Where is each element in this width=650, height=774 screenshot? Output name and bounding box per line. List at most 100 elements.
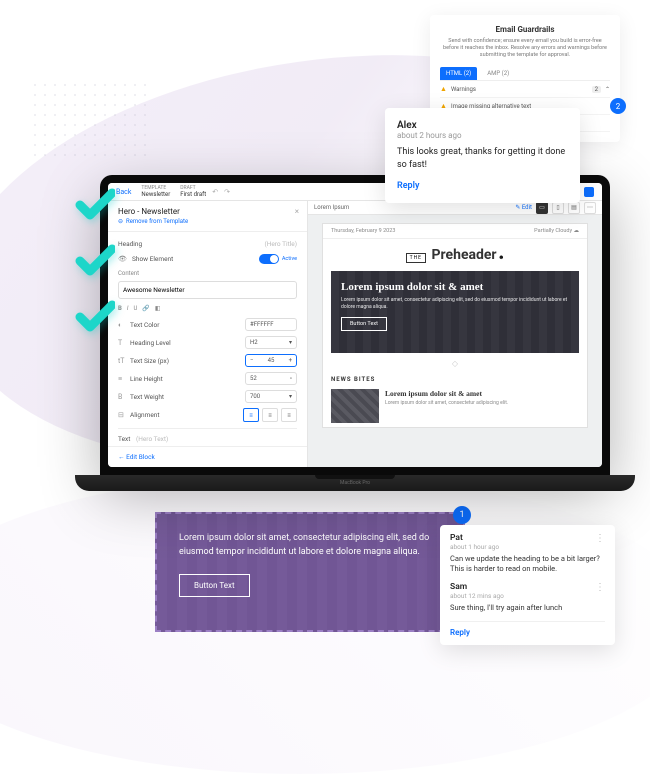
text-size-label: Text Size (px) (130, 357, 245, 365)
bold-icon[interactable]: B (118, 305, 122, 312)
weight-icon: B (118, 393, 130, 401)
comment-count-badge[interactable]: 1 (453, 506, 471, 524)
check-icon (75, 297, 115, 337)
checkmarks (75, 185, 115, 353)
italic-icon[interactable]: I (127, 305, 129, 312)
highlight-icon[interactable]: ◧ (155, 305, 161, 312)
warnings-header[interactable]: ▲ Warnings 2 ⌃ (440, 81, 610, 98)
comment-author: Pat (450, 533, 605, 543)
content-label: Content (118, 270, 297, 277)
comment: ⋮ Sam about 12 mins ago Sure thing, I'll… (450, 582, 605, 613)
show-element-toggle[interactable] (259, 254, 279, 264)
article-row[interactable]: Lorem ipsum dolor sit & amet Lorem ipsum… (323, 385, 587, 427)
laptop-brand: MacBook Pro (340, 480, 370, 486)
article-body: Lorem ipsum dolor sit amet, consectetur … (385, 400, 508, 406)
close-icon[interactable]: × (295, 207, 299, 216)
preview-name: Lorem Ipsum (314, 204, 349, 211)
redo-icon[interactable]: ↷ (224, 188, 230, 196)
align-center-button[interactable]: ≡ (262, 408, 278, 422)
comment-author: Alex (397, 120, 568, 131)
edit-button[interactable]: ✎ Edit (515, 204, 532, 211)
heading-level-label: Heading Level (130, 339, 245, 347)
remove-from-template[interactable]: ⊖Remove from Template (118, 218, 297, 225)
divider-icon: ◇ (323, 353, 587, 374)
text-size-icon: tT (118, 357, 130, 365)
guardrails-tabs: HTML (2) AMP (2) (440, 67, 610, 81)
laptop-mockup: Back TEMPLATE Newsletter DRAFT First dra… (100, 175, 610, 505)
align-icon: ⊟ (118, 411, 130, 419)
tab-amp[interactable]: AMP (2) (481, 67, 515, 80)
breadcrumb-draft[interactable]: DRAFT First draft (180, 185, 206, 198)
hero-button[interactable]: Button Text (341, 317, 387, 331)
show-element-label: Show Element (132, 255, 259, 263)
reply-button[interactable]: Reply (397, 181, 568, 191)
content-input[interactable]: Awesome Newsletter (118, 281, 297, 299)
chevron-down-icon: ▾ (289, 393, 292, 400)
active-label: Active (282, 256, 297, 262)
back-button[interactable]: Back (116, 188, 131, 196)
droplet-icon: ◐ (118, 321, 130, 329)
editor-panel: Hero - Newsletter ⊖Remove from Template … (108, 201, 308, 467)
selected-block[interactable]: Lorem ipsum dolor sit amet, consectetur … (155, 512, 465, 632)
warnings-label: Warnings (451, 86, 476, 93)
text-color-input[interactable]: #FFFFFF (245, 318, 297, 331)
comment-author: Sam (450, 582, 605, 592)
warnings-count: 2 (592, 86, 601, 93)
minus-icon: ⊖ (118, 218, 123, 225)
comment-time: about 1 hour ago (450, 543, 605, 551)
hero-title: Lorem ipsum dolor sit & amet (341, 281, 569, 293)
text-section-label: Text (118, 435, 130, 443)
mascot-icon: ☻ (498, 254, 504, 261)
preheader-text: Preheader (432, 247, 497, 263)
guardrails-desc: Send with confidence; ensure every email… (440, 38, 610, 59)
chevron-up-icon: ⌃ (605, 86, 610, 93)
menu-button[interactable] (584, 187, 594, 197)
newsletter-preview: Thursday, February 9 2023 Partially Clou… (322, 223, 588, 428)
line-height-input[interactable]: 52▫ (245, 372, 297, 385)
hero-block[interactable]: Lorem ipsum dolor sit & amet Lorem ipsum… (331, 271, 579, 353)
crumb-value: First draft (180, 191, 206, 198)
guardrails-title: Email Guardrails (440, 25, 610, 34)
undo-icon[interactable]: ↶ (212, 188, 218, 196)
more-icon[interactable]: ⋮ (595, 533, 605, 544)
alignment-label: Alignment (130, 411, 243, 419)
line-height-icon: ≡ (118, 375, 130, 383)
edit-block-button[interactable]: ← Edit Block (108, 446, 307, 467)
breadcrumb-template[interactable]: TEMPLATE Newsletter (141, 185, 170, 198)
eye-icon: 👁 (118, 255, 128, 263)
comment-body: Can we update the heading to be a bit la… (450, 554, 605, 574)
section-title: NEWS BITES (323, 374, 587, 385)
more-icon[interactable]: ⋮ (595, 582, 605, 593)
preview-panel: Lorem Ipsum ✎ Edit ▭ ▯ ▤ ⋯ Thursday, Feb… (308, 201, 602, 467)
heading-section: Heading (Hero Title) (118, 240, 297, 248)
block-button[interactable]: Button Text (179, 574, 250, 597)
tab-html[interactable]: HTML (2) (440, 67, 477, 80)
desktop-view-icon[interactable]: ▭ (536, 202, 548, 214)
align-left-button[interactable]: ≡ (243, 408, 259, 422)
comment-body: This looks great, thanks for getting it … (397, 146, 568, 171)
text-weight-select[interactable]: 700▾ (245, 390, 297, 403)
heading-level-select[interactable]: H2▾ (245, 336, 297, 349)
check-icon (75, 241, 115, 281)
comment-time: about 12 mins ago (450, 592, 605, 600)
comment-time: about 2 hours ago (397, 131, 568, 140)
reply-button[interactable]: Reply (450, 621, 605, 637)
comment-thread: ⋮ Pat about 1 hour ago Can we update the… (440, 525, 615, 645)
comment-card: Alex about 2 hours ago This looks great,… (385, 108, 580, 203)
code-view-icon[interactable]: ▤ (568, 202, 580, 214)
line-height-label: Line Height (130, 375, 245, 383)
preview-date: Thursday, February 9 2023 (331, 228, 395, 234)
underline-icon[interactable]: U (133, 305, 137, 312)
heading-hint: (Hero Title) (264, 240, 297, 248)
heading-icon: T (118, 339, 130, 347)
text-weight-label: Text Weight (130, 393, 245, 401)
settings-icon[interactable]: ⋯ (584, 202, 596, 214)
link-icon[interactable]: 🔗 (142, 305, 149, 312)
heading-label: Heading (118, 240, 142, 248)
comment-body: Sure thing, I'll try again after lunch (450, 603, 605, 613)
article-thumbnail (331, 389, 379, 423)
editor-title: Hero - Newsletter (118, 207, 297, 216)
align-right-button[interactable]: ≡ (281, 408, 297, 422)
text-size-input[interactable]: −45+ (245, 354, 297, 367)
mobile-view-icon[interactable]: ▯ (552, 202, 564, 214)
